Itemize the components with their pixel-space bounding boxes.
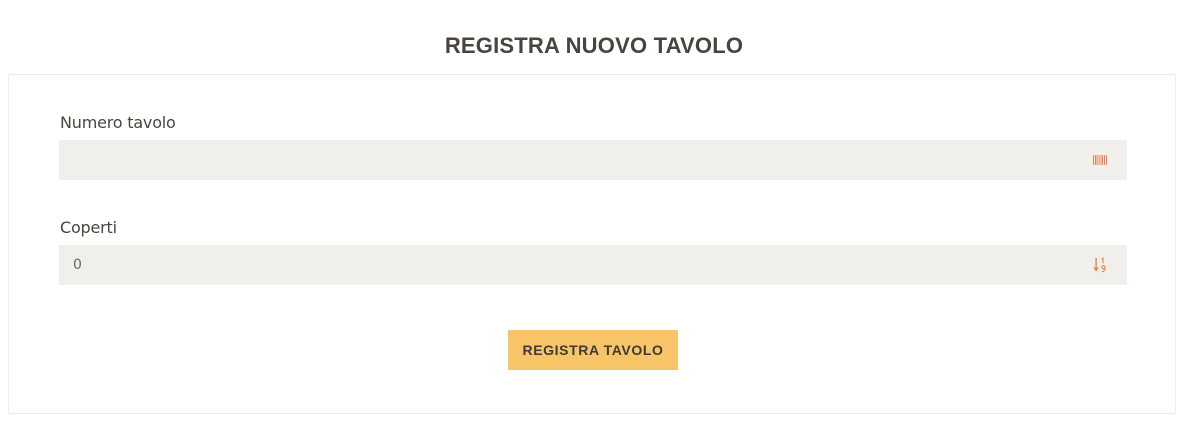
coperti-input[interactable] bbox=[59, 245, 1079, 285]
registra-tavolo-button[interactable]: REGISTRA TAVOLO bbox=[508, 330, 678, 370]
numero-tavolo-label: Numero tavolo bbox=[60, 113, 176, 132]
page-title: REGISTRA NUOVO TAVOLO bbox=[444, 32, 744, 58]
coperti-label: Coperti bbox=[60, 218, 117, 237]
sort-numeric-icon bbox=[1091, 257, 1109, 273]
coperti-field bbox=[59, 245, 1127, 285]
numero-tavolo-field bbox=[59, 140, 1127, 180]
numero-tavolo-input[interactable] bbox=[59, 140, 1079, 180]
register-table-form: Numero tavolo Coperti 0 REGISTRA TAVOLO bbox=[8, 74, 1176, 414]
barcode-icon bbox=[1091, 152, 1109, 168]
